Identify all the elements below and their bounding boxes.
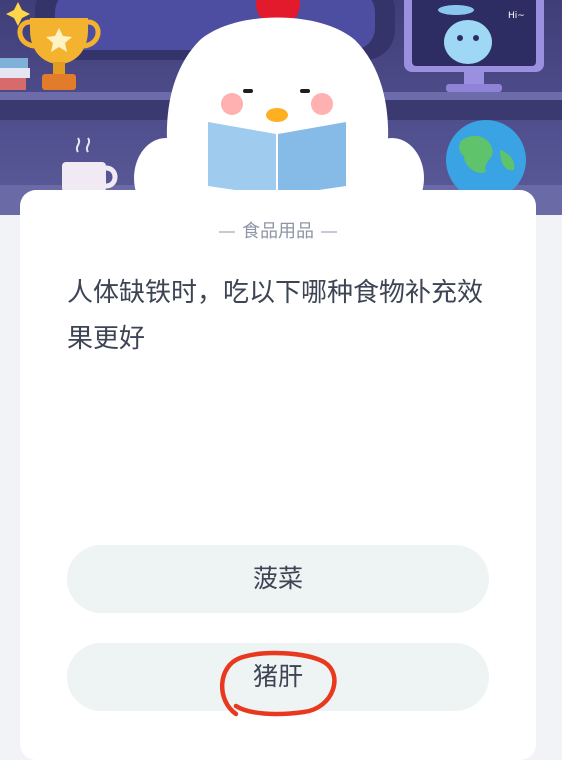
divider	[219, 231, 235, 233]
quiz-category: 食品用品	[20, 217, 536, 243]
question-text: 人体缺铁时，吃以下哪种食物补充效果更好	[67, 278, 484, 354]
answer-option-2[interactable]: 猪肝	[67, 643, 489, 711]
answer-option-1[interactable]: 菠菜	[67, 545, 489, 613]
hero-scene: Hi~	[0, 0, 562, 215]
globe-icon	[446, 120, 526, 200]
category-label: 食品用品	[242, 221, 314, 242]
cup-icon	[62, 137, 118, 192]
quiz-card: 食品用品 人体缺铁时，吃以下哪种食物补充效果更好 菠菜 猪肝	[20, 190, 536, 760]
monitor-text: Hi~	[508, 11, 525, 21]
book-icon	[0, 58, 28, 68]
hero-illustration: Hi~	[0, 0, 562, 215]
monitor-icon: Hi~	[404, 0, 544, 92]
divider	[321, 231, 337, 233]
